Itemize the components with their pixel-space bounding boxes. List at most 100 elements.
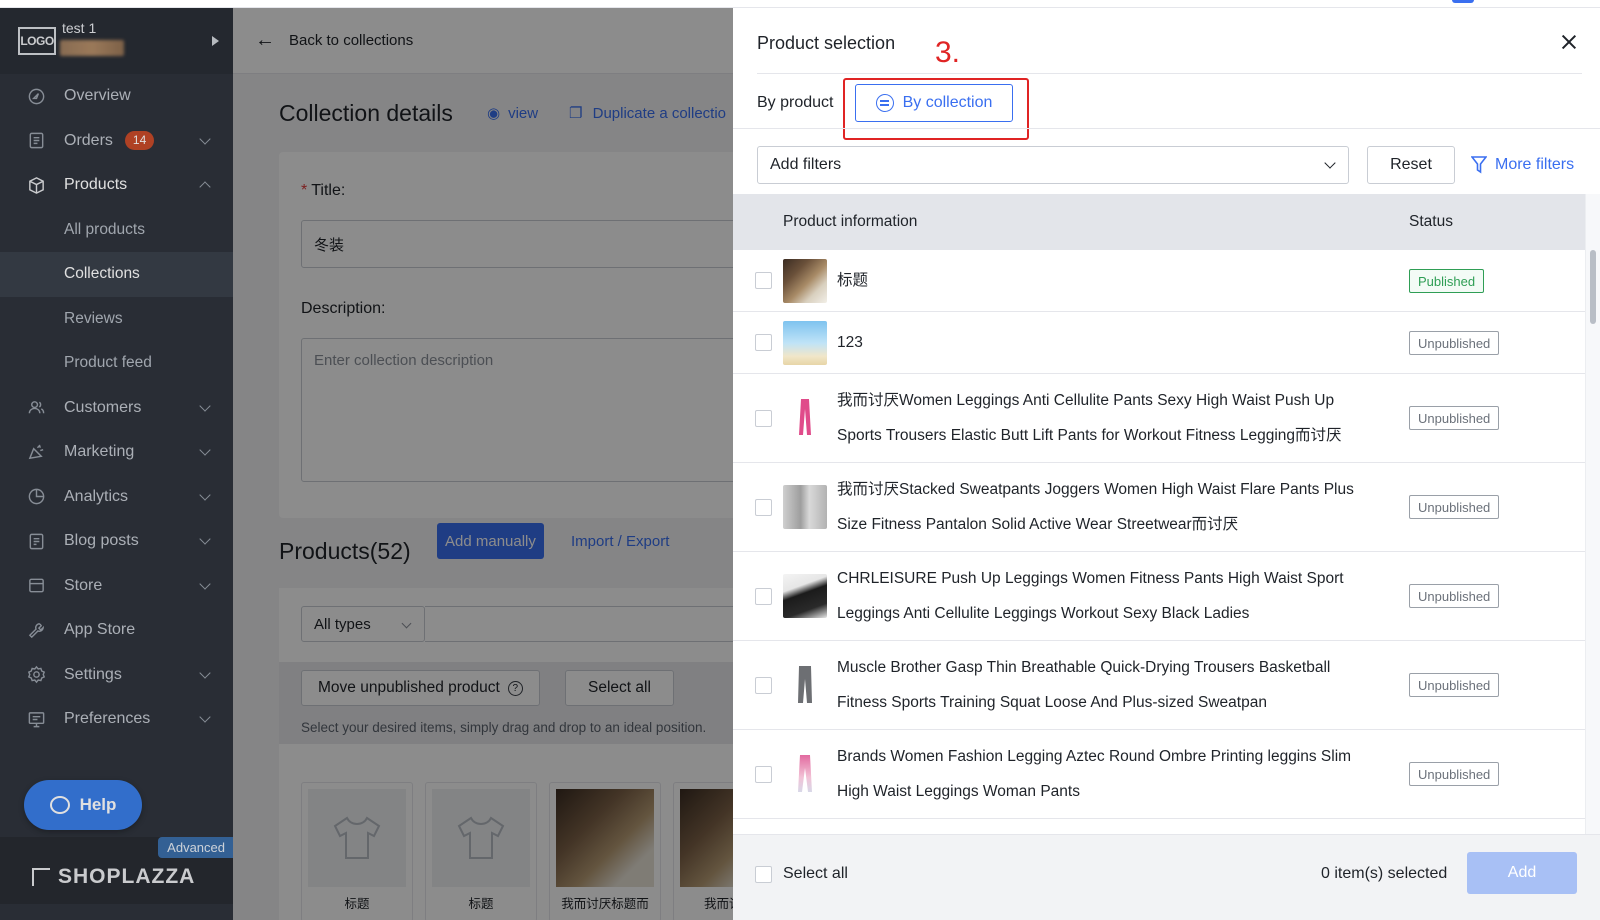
analytics-icon — [26, 487, 46, 507]
status-badge: Unpublished — [1409, 584, 1500, 608]
sidebar-item-customers[interactable]: Customers — [0, 386, 233, 431]
sidebar-item-label: Preferences — [64, 710, 151, 728]
store-logo: LOGO — [18, 27, 56, 55]
store-info: test 1 — [60, 20, 212, 56]
customers-icon — [26, 398, 46, 418]
row-checkbox[interactable] — [755, 766, 772, 783]
product-title: CHRLEISURE Push Up Leggings Women Fitnes… — [837, 570, 1344, 622]
row-checkbox[interactable] — [755, 677, 772, 694]
product-thumbnail — [783, 321, 827, 365]
row-checkbox[interactable] — [755, 410, 772, 427]
caret-right-icon[interactable] — [212, 36, 219, 46]
sidebar-item-blog-posts[interactable]: Blog posts — [0, 519, 233, 564]
select-all-checkbox[interactable] — [755, 866, 772, 883]
sidebar-item-label: Settings — [64, 665, 122, 683]
divider — [757, 73, 1582, 74]
column-header: Status — [1409, 213, 1453, 230]
marketing-icon — [26, 442, 46, 462]
sidebar-item-label: Analytics — [64, 487, 129, 505]
store-switcher[interactable]: LOGO test 1 — [0, 8, 233, 74]
chevron-down-icon — [199, 711, 211, 723]
table-header: Product information Status — [733, 194, 1585, 250]
drawer-title: Product selection — [757, 33, 896, 53]
product-title: Brands Women Fashion Legging Aztec Round… — [837, 748, 1352, 800]
product-title: 标题 — [837, 272, 869, 289]
status-badge: Published — [1409, 269, 1485, 293]
orders-icon — [26, 131, 46, 151]
add-filters-select[interactable]: Add filters — [757, 146, 1349, 184]
product-thumbnail — [783, 396, 827, 440]
sidebar-item-products[interactable]: Products — [0, 163, 233, 208]
table-row[interactable]: CHRLEISURE Push Up Leggings Women Fitnes… — [733, 552, 1585, 641]
sidebar-item-orders[interactable]: Orders 14 — [0, 119, 233, 164]
table-row[interactable]: 我而讨厌Women Leggings Anti Cellulite Pants … — [733, 374, 1585, 463]
app-store-icon — [26, 620, 46, 640]
status-badge: Unpublished — [1409, 406, 1500, 430]
sidebar-item-store[interactable]: Store — [0, 564, 233, 609]
sidebar-item-label: Store — [64, 576, 103, 594]
chevron-down-icon — [199, 666, 211, 679]
product-thumbnail — [783, 259, 827, 303]
table-row[interactable]: 123 Unpublished — [733, 312, 1585, 374]
sidebar: LOGO test 1 Overview Orders 14 Products … — [0, 8, 233, 920]
blog-icon — [26, 531, 46, 551]
chevron-down-icon — [199, 399, 211, 412]
chevron-down-icon — [199, 577, 211, 590]
status-badge: Unpublished — [1409, 762, 1500, 786]
collection-icon — [875, 94, 894, 112]
sidebar-item-app-store[interactable]: App Store — [0, 608, 233, 653]
drawer-footer: Select all 0 item(s) selected Add — [733, 834, 1600, 920]
sidebar-item-label: All products — [64, 220, 145, 238]
sidebar-item-marketing[interactable]: Marketing — [0, 430, 233, 475]
sidebar-item-product-feed[interactable]: Product feed — [0, 341, 233, 386]
preferences-icon — [26, 709, 46, 729]
sidebar-item-analytics[interactable]: Analytics — [0, 475, 233, 520]
scrollbar-thumb[interactable] — [1590, 250, 1596, 324]
row-checkbox[interactable] — [755, 272, 772, 289]
sidebar-item-collections[interactable]: Collections — [0, 252, 233, 297]
chevron-down-icon — [199, 132, 211, 145]
top-indicator — [1452, 0, 1474, 3]
table-scrollbar[interactable] — [1585, 194, 1600, 834]
table-row[interactable]: Brands Women Fashion Legging Aztec Round… — [733, 730, 1585, 819]
column-header: Product information — [783, 213, 918, 230]
table-row[interactable]: 标题 Published — [733, 250, 1585, 312]
table-row[interactable]: 我而讨厌Stacked Sweatpants Joggers Women Hig… — [733, 463, 1585, 552]
close-icon[interactable] — [1556, 30, 1582, 56]
sidebar-item-label: Product feed — [64, 354, 152, 372]
sidebar-item-preferences[interactable]: Preferences — [0, 697, 233, 742]
select-all-label[interactable]: Select all — [783, 865, 848, 883]
product-selection-drawer: Product selection 3. By product By colle… — [733, 8, 1600, 920]
sidebar-item-label: Overview — [64, 87, 131, 105]
modal-backdrop[interactable] — [233, 8, 733, 920]
help-button[interactable]: Help — [24, 780, 142, 830]
products-icon — [26, 175, 46, 195]
brand-name: SHOPLAZZA — [58, 865, 196, 888]
status-badge: Unpublished — [1409, 495, 1500, 519]
store-name: test 1 — [62, 20, 97, 36]
sidebar-item-settings[interactable]: Settings — [0, 653, 233, 698]
shoplazza-mark-icon — [32, 868, 50, 886]
row-checkbox[interactable] — [755, 588, 772, 605]
store-icon — [26, 576, 46, 596]
plan-badge: Advanced — [158, 837, 233, 858]
overview-icon — [26, 86, 46, 106]
tab-by-collection[interactable]: By collection — [855, 84, 1013, 122]
more-filters-label: More filters — [1495, 156, 1575, 173]
table-row[interactable]: Muscle Brother Gasp Thin Breathable Quic… — [733, 641, 1585, 730]
selected-count: 0 item(s) selected — [1321, 865, 1448, 882]
reset-button[interactable]: Reset — [1367, 146, 1455, 184]
chevron-up-icon — [199, 181, 211, 193]
sidebar-item-reviews[interactable]: Reviews — [0, 297, 233, 342]
tab-by-product[interactable]: By product — [757, 94, 833, 112]
sidebar-item-label: Orders — [64, 131, 113, 149]
add-button[interactable]: Add — [1467, 852, 1577, 894]
chevron-down-icon — [199, 488, 211, 501]
more-filters-button[interactable]: More filters — [1471, 156, 1574, 174]
row-checkbox[interactable] — [755, 334, 772, 351]
sidebar-item-overview[interactable]: Overview — [0, 74, 233, 119]
sidebar-item-all-products[interactable]: All products — [0, 208, 233, 253]
browser-top-strip — [0, 0, 1600, 8]
step-annotation: 3. — [935, 36, 961, 69]
row-checkbox[interactable] — [755, 499, 772, 516]
